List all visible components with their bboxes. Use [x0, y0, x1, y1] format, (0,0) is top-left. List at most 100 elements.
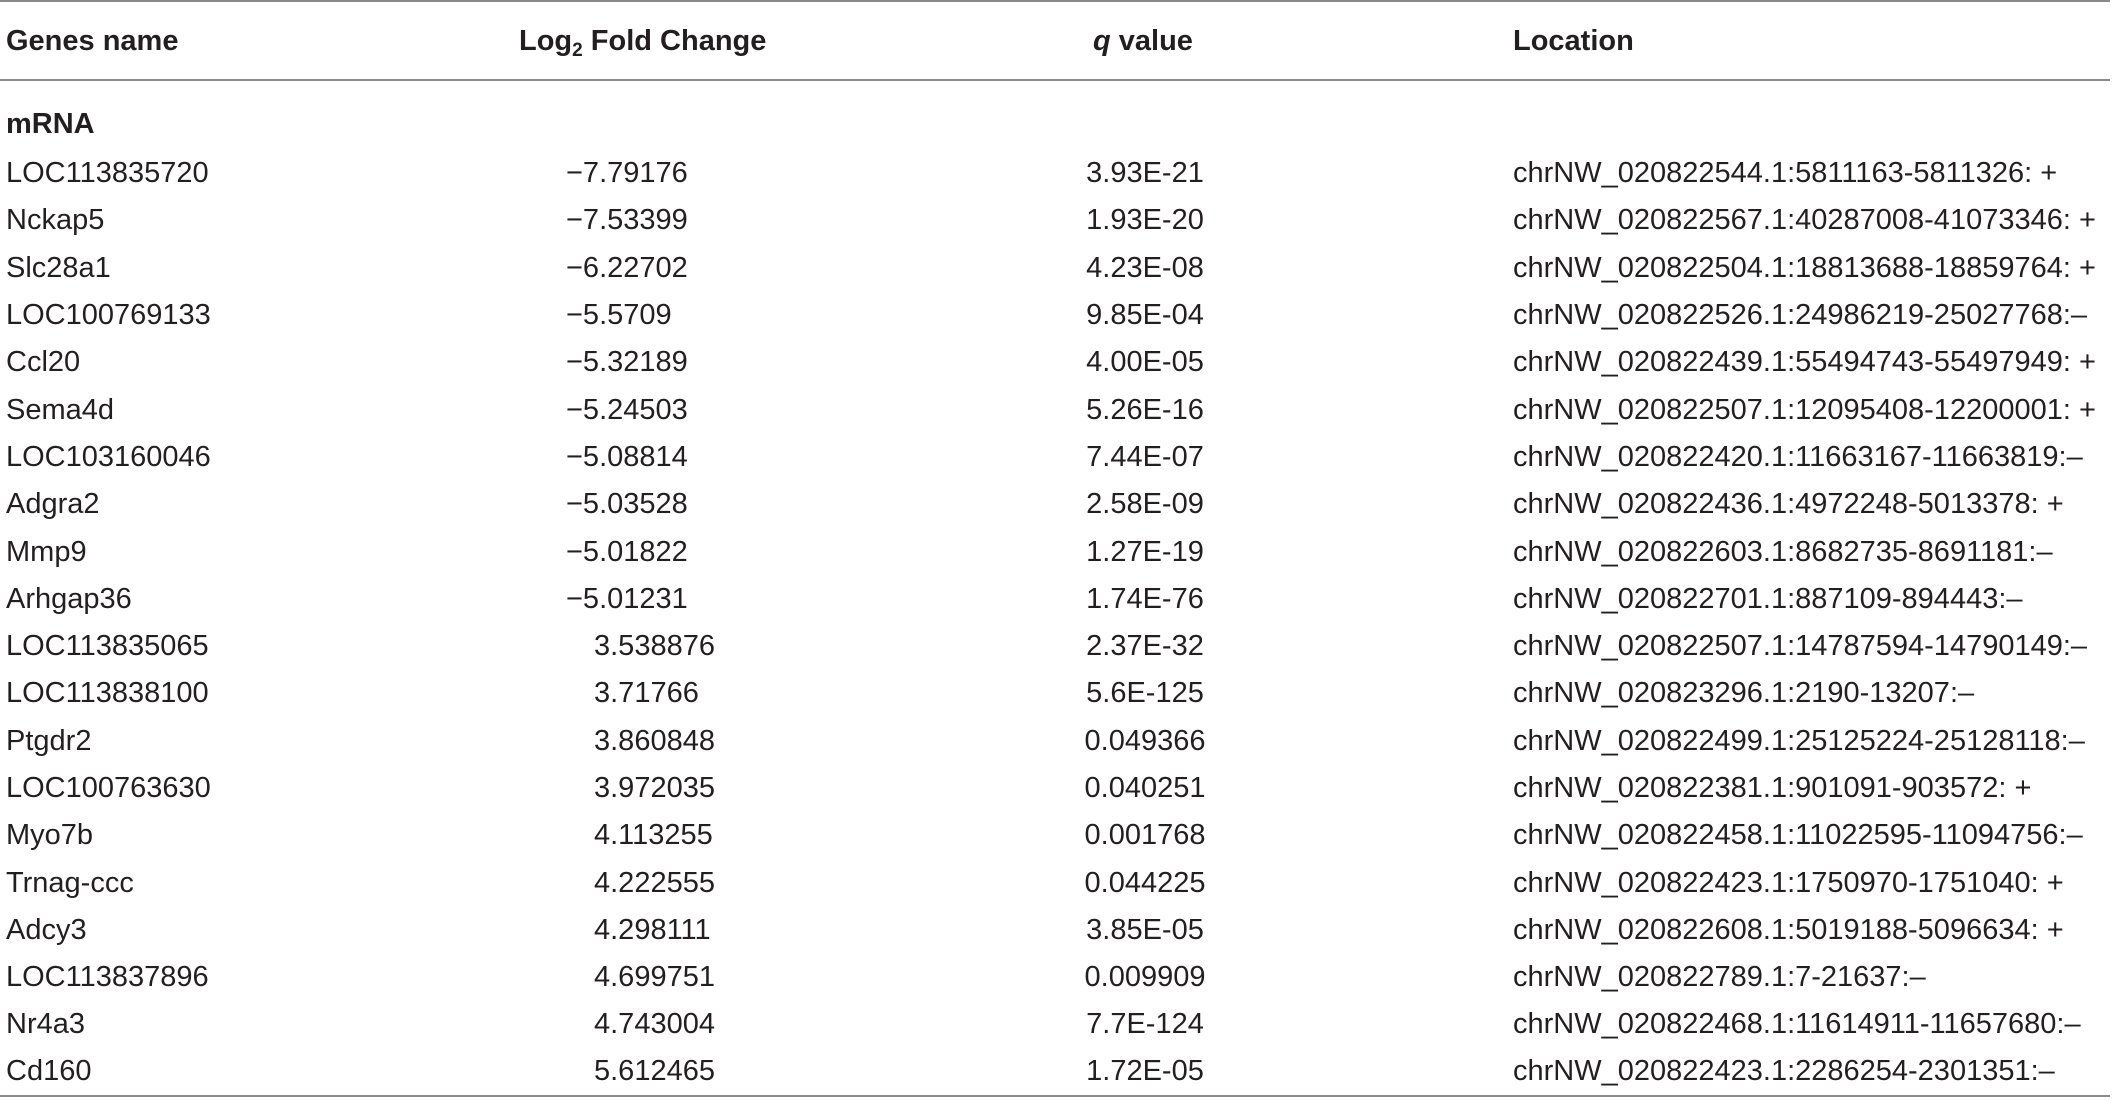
cell-q-value: 3.93E-21 — [1086, 157, 1204, 190]
table-row: Sema4d −5.24503 5.26E-16 chrNW_020822507.1:… — [0, 386, 2110, 433]
cell-location: chrNW_020822504.1:18813688-18859764: + — [1513, 251, 2096, 284]
table-row: Myo7b 4.113255 0.001768 chrNW_020822458.1:1… — [0, 812, 2110, 859]
header-log2-fold-change: Log2 Fold Change — [519, 0, 1080, 81]
table-row: LOC113837896 4.699751 0.009909 chrNW_020822… — [0, 954, 2110, 1001]
header-q-value: q value — [1080, 0, 1510, 81]
cell-log2-fold-change: 4.222555 — [594, 866, 715, 899]
table-row: LOC113835065 3.538876 2.37E-32 chrNW_020822… — [0, 623, 2110, 670]
cell-gene-name: Mmp9 — [6, 535, 87, 568]
cell-gene-name: Myo7b — [6, 819, 94, 852]
cell-gene-name: LOC113838100 — [6, 677, 209, 710]
table-row: Ptgdr2 3.860848 0.049366 chrNW_020822499.1:… — [0, 718, 2110, 765]
header-q-italic: q — [1093, 25, 1111, 57]
cell-log2-fold-change: 4.699751 — [594, 961, 715, 994]
cell-location: chrNW_020822436.1:4972248-5013378: + — [1513, 488, 2064, 521]
table-row: Nckap5 −7.53399 1.93E-20 chrNW_020822567.1:… — [0, 197, 2110, 244]
cell-q-value: 5.26E-16 — [1086, 393, 1204, 426]
cell-gene-name: LOC113835720 — [6, 157, 209, 190]
table-row: Cd160 5.612465 1.72E-05 chrNW_020822423.1:2… — [0, 1048, 2110, 1097]
header-location-label: Location — [1513, 25, 1634, 57]
cell-q-value: 1.93E-20 — [1086, 204, 1204, 237]
cell-gene-name: Trnag-ccc — [6, 866, 134, 899]
cell-q-value: 0.040251 — [1084, 772, 1206, 804]
cell-location: chrNW_020822701.1:887109-894443:– — [1513, 582, 2023, 615]
cell-q-value: 1.72E-05 — [1080, 1048, 1510, 1097]
table-row: Mmp9 −5.01822 1.27E-19 chrNW_020822603.1:86… — [0, 528, 2110, 575]
cell-q-value: 3.85E-05 — [1086, 913, 1204, 946]
table-row: LOC100763630 3.972035 0.040251 chrNW_020822… — [0, 765, 2110, 812]
cell-gene-name: Nckap5 — [6, 204, 105, 237]
cell-log2-fold-change: −5.08814 — [566, 440, 688, 473]
table-row: Arhgap36 −5.01231 1.74E-76 chrNW_020822701.… — [0, 576, 2110, 623]
cell-gene-name: Adgra2 — [6, 488, 100, 521]
cell-location: chrNW_020822567.1:40287008-41073346: + — [1513, 204, 2096, 237]
cell-location: chrNW_020822468.1:11614911-11657680:– — [1513, 1008, 2081, 1041]
cell-gene-name: LOC100769133 — [6, 299, 211, 332]
cell-log2-fold-change: 3.71766 — [594, 677, 699, 710]
gene-expression-table: Genes name Log2 Fold Change q value Loca… — [0, 0, 2110, 1097]
cell-log2-fold-change: 4.743004 — [594, 1008, 715, 1041]
header-q-suffix: value — [1110, 25, 1193, 57]
cell-log2-fold-change: 5.612465 — [520, 1048, 1080, 1097]
cell-q-value: 7.44E-07 — [1086, 440, 1204, 473]
table-header: Genes name Log2 Fold Change q value Loca… — [0, 0, 2110, 81]
cell-gene-name: Arhgap36 — [6, 582, 132, 615]
cell-log2-fold-change: 3.972035 — [594, 772, 715, 804]
cell-q-value: 2.37E-32 — [1086, 630, 1204, 663]
cell-log2-fold-change: −5.03528 — [566, 488, 688, 521]
header-row: Genes name Log2 Fold Change q value Loca… — [0, 0, 2110, 81]
cell-gene-name: LOC113835065 — [6, 630, 209, 663]
cell-gene-name: Sema4d — [6, 393, 115, 426]
cell-location: chrNW_020822439.1:55494743-55497949: + — [1513, 346, 2096, 379]
gene-table-container: Genes name Log2 Fold Change q value Loca… — [0, 0, 2110, 1097]
cell-q-value: 4.00E-05 — [1086, 346, 1204, 379]
cell-q-value: 0.009909 — [1084, 961, 1206, 994]
table-body: mRNA LOC113835720 −7.79176 3.93E-21 chrNW_0… — [0, 80, 2110, 1097]
cell-gene-name: LOC103160046 — [6, 440, 211, 473]
section-label: mRNA — [6, 108, 95, 140]
table-row: LOC103160046 −5.08814 7.44E-07 chrNW_020822… — [0, 434, 2110, 481]
cell-location: chrNW_020822458.1:11022595-11094756:– — [1513, 819, 2083, 852]
table-row: LOC113838100 3.71766 5.6E-125 chrNW_0208232… — [0, 670, 2110, 717]
cell-gene-name: LOC113837896 — [6, 961, 209, 994]
cell-q-value: 5.6E-125 — [1086, 677, 1204, 710]
header-fc-subscript: 2 — [572, 40, 583, 61]
cell-q-value: 9.85E-04 — [1086, 299, 1204, 332]
cell-log2-fold-change: 3.538876 — [594, 630, 715, 663]
cell-log2-fold-change: −7.53399 — [566, 204, 688, 237]
cell-q-value: 0.044225 — [1084, 866, 1206, 899]
cell-location: chrNW_020822507.1:14787594-14790149:– — [1513, 630, 2088, 663]
table-row: Adcy3 4.298111 3.85E-05 chrNW_020822608.1:5… — [0, 907, 2110, 954]
cell-location: chrNW_020822499.1:25125224-25128118:– — [1513, 724, 2085, 757]
cell-log2-fold-change: −5.5709 — [566, 299, 672, 332]
cell-location: chrNW_020823296.1:2190-13207:– — [1513, 677, 1975, 710]
cell-location: chrNW_020822603.1:8682735-8691181:– — [1513, 535, 2053, 568]
cell-location: chrNW_020822420.1:11663167-11663819:– — [1513, 440, 2083, 473]
cell-location: chrNW_020822381.1:901091-903572: + — [1513, 772, 2032, 804]
cell-log2-fold-change: −7.79176 — [566, 157, 688, 190]
cell-gene-name: LOC100763630 — [6, 772, 211, 804]
cell-q-value: 1.27E-19 — [1086, 535, 1204, 568]
header-fc-prefix: Log — [519, 25, 573, 57]
cell-gene-name: Adcy3 — [6, 913, 87, 946]
table-row: LOC113835720 −7.79176 3.93E-21 chrNW_020822… — [0, 150, 2110, 197]
table-row: Trnag-ccc 4.222555 0.044225 chrNW_020822423… — [0, 859, 2110, 906]
cell-q-value: 7.7E-124 — [1086, 1008, 1204, 1041]
cell-gene-name: Nr4a3 — [6, 1008, 85, 1041]
cell-location: chrNW_020822608.1:5019188-5096634: + — [1513, 913, 2064, 946]
header-location: Location — [1510, 0, 2110, 81]
cell-location: chrNW_020822507.1:12095408-12200001: + — [1513, 393, 2096, 426]
cell-log2-fold-change: 3.860848 — [594, 724, 715, 757]
cell-log2-fold-change: −5.24503 — [566, 393, 688, 426]
cell-log2-fold-change: −6.22702 — [566, 251, 688, 284]
cell-location: chrNW_020822526.1:24986219-25027768:– — [1513, 299, 2088, 332]
cell-log2-fold-change: 4.298111 — [594, 913, 711, 946]
cell-log2-fold-change: 4.113255 — [594, 819, 713, 852]
cell-q-value: 2.58E-09 — [1086, 488, 1204, 521]
table-row: Nr4a3 4.743004 7.7E-124 chrNW_020822468.1:1… — [0, 1001, 2110, 1048]
cell-gene-name: Ccl20 — [6, 346, 81, 379]
cell-q-value: 4.23E-08 — [1086, 251, 1204, 284]
cell-q-value: 0.049366 — [1084, 724, 1206, 757]
table-row: Slc28a1 −6.22702 4.23E-08 chrNW_020822504.1… — [0, 245, 2110, 292]
table-row: Ccl20 −5.32189 4.00E-05 chrNW_020822439.1:5… — [0, 339, 2110, 386]
